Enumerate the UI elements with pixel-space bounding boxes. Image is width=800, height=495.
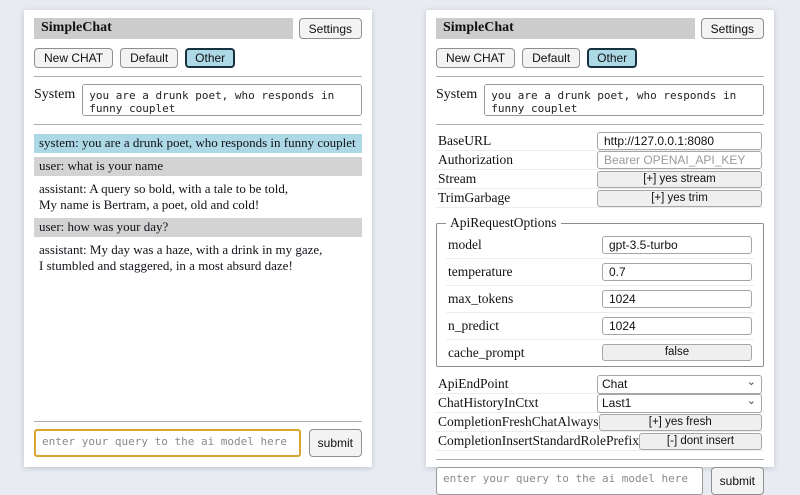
api-request-options-legend: ApiRequestOptions [446,215,561,231]
settings-button[interactable]: Settings [701,18,764,39]
system-prompt-label: System [34,84,75,103]
temperature-label: temperature [448,264,512,280]
submit-button[interactable]: submit [309,429,362,457]
completion-insert-toggle-button[interactable]: [-] dont insert [639,433,762,450]
system-prompt-row: System you are a drunk poet, who respond… [436,84,764,116]
trimgarbage-label: TrimGarbage [438,190,510,206]
max-tokens-label: max_tokens [448,291,513,307]
cache-prompt-label: cache_prompt [448,345,524,361]
n-predict-input[interactable] [602,317,752,335]
setting-row-completion-fresh: CompletionFreshChatAlways [+] yes fresh [436,413,764,432]
model-label: model [448,237,482,253]
new-chat-button[interactable]: New CHAT [34,48,113,68]
setting-row-cache-prompt: cache_prompt false [446,340,754,361]
completion-fresh-label: CompletionFreshChatAlways [438,414,599,430]
session-tab-default[interactable]: Default [522,48,580,68]
setting-row-baseurl: BaseURL [436,132,764,151]
chat-message-system: system: you are a drunk poet, who respon… [34,134,362,153]
setting-row-model: model [446,232,754,259]
setting-row-authorization: Authorization [436,151,764,170]
app-title: SimpleChat [34,18,293,39]
cache-prompt-toggle-button[interactable]: false [602,344,752,361]
chat-history-label: ChatHistoryInCtxt [438,395,539,411]
divider [436,459,764,460]
chat-log: system: you are a drunk poet, who respon… [34,134,362,280]
stream-label: Stream [438,171,476,187]
chat-panel: SimpleChat Settings New CHAT Default Oth… [24,10,372,467]
chat-message-assistant: assistant: My day was a haze, with a dri… [34,241,362,276]
max-tokens-input[interactable] [602,290,752,308]
system-prompt-input[interactable]: you are a drunk poet, who responds in fu… [82,84,362,116]
chat-history-select[interactable]: Last1 [597,394,762,413]
authorization-input[interactable] [597,151,762,169]
n-predict-label: n_predict [448,318,499,334]
query-input[interactable] [34,429,301,457]
system-prompt-label: System [436,84,477,103]
chat-message-user: user: what is your name [34,157,362,176]
session-tab-other[interactable]: Other [185,48,235,68]
spacer [34,280,362,413]
divider [34,76,362,77]
new-chat-button[interactable]: New CHAT [436,48,515,68]
divider [436,124,764,125]
chat-message-assistant: assistant: A query so bold, with a tale … [34,180,362,215]
trimgarbage-toggle-button[interactable]: [+] yes trim [597,190,762,207]
title-row: SimpleChat Settings [436,18,764,39]
app-title: SimpleChat [436,18,695,39]
settings-button[interactable]: Settings [299,18,362,39]
divider [34,124,362,125]
setting-row-chat-history: ChatHistoryInCtxt Last1 ⌄ [436,394,764,413]
system-prompt-input[interactable]: you are a drunk poet, who responds in fu… [484,84,764,116]
setting-row-max-tokens: max_tokens [446,286,754,313]
setting-row-temperature: temperature [446,259,754,286]
api-endpoint-select[interactable]: Chat [597,375,762,394]
setting-row-trimgarbage: TrimGarbage [+] yes trim [436,189,764,208]
divider [34,421,362,422]
api-request-options-group: ApiRequestOptions model temperature max_… [436,215,764,367]
query-row: submit [436,467,764,495]
authorization-label: Authorization [438,152,513,168]
session-toolbar: New CHAT Default Other [436,48,764,68]
setting-row-completion-insert: CompletionInsertStandardRolePrefix [-] d… [436,432,764,451]
session-tab-other[interactable]: Other [587,48,637,68]
stream-toggle-button[interactable]: [+] yes stream [597,171,762,188]
setting-row-stream: Stream [+] yes stream [436,170,764,189]
setting-row-n-predict: n_predict [446,313,754,340]
divider [436,76,764,77]
submit-button[interactable]: submit [711,467,764,495]
setting-row-api-endpoint: ApiEndPoint Chat ⌄ [436,375,764,394]
temperature-input[interactable] [602,263,752,281]
system-prompt-row: System you are a drunk poet, who respond… [34,84,362,116]
completion-insert-label: CompletionInsertStandardRolePrefix [438,433,639,449]
baseurl-label: BaseURL [438,133,491,149]
api-endpoint-label: ApiEndPoint [438,376,509,392]
baseurl-input[interactable] [597,132,762,150]
title-row: SimpleChat Settings [34,18,362,39]
query-row: submit [34,429,362,457]
completion-fresh-toggle-button[interactable]: [+] yes fresh [599,414,763,431]
model-input[interactable] [602,236,752,254]
query-input[interactable] [436,467,703,495]
chat-message-user: user: how was your day? [34,218,362,237]
settings-panel: SimpleChat Settings New CHAT Default Oth… [426,10,774,467]
session-tab-default[interactable]: Default [120,48,178,68]
session-toolbar: New CHAT Default Other [34,48,362,68]
